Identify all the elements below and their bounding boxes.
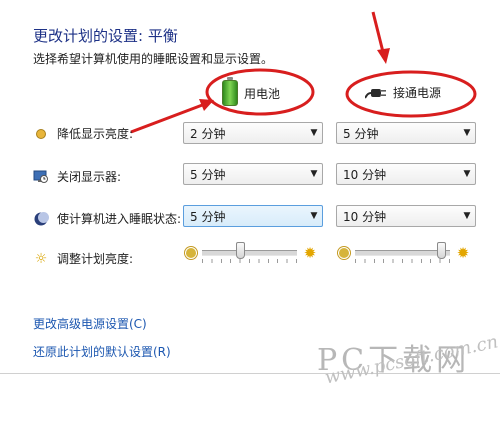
chevron-down-icon: ▼ bbox=[310, 128, 318, 138]
battery-brightness-thumb[interactable] bbox=[236, 242, 245, 259]
dim-brightness-icon bbox=[33, 126, 49, 142]
row-brightness-label: 调整计划亮度: bbox=[57, 252, 134, 266]
bright-sun-icon: ✹ bbox=[303, 244, 317, 262]
plugged-brightness-slider[interactable] bbox=[355, 242, 450, 263]
turn-off-display-plugged-select[interactable]: 10 分钟 ▼ bbox=[336, 163, 476, 185]
restore-defaults-link[interactable]: 还原此计划的默认设置(R) bbox=[33, 343, 171, 360]
row-dim-display: 降低显示亮度: bbox=[33, 125, 133, 142]
row-dim-display-label: 降低显示亮度: bbox=[57, 127, 134, 141]
chevron-down-icon: ▼ bbox=[310, 169, 318, 179]
row-turn-off-display: 关闭显示器: bbox=[33, 168, 121, 185]
battery-brightness-slider[interactable] bbox=[202, 242, 297, 263]
dim-display-plugged-select[interactable]: 5 分钟 ▼ bbox=[336, 122, 476, 144]
plugged-brightness-slider-group: ✹ bbox=[339, 242, 470, 263]
battery-brightness-slider-group: ✹ bbox=[186, 242, 317, 263]
dim-sun-icon bbox=[339, 248, 349, 258]
battery-highlight-ellipse bbox=[205, 68, 315, 116]
bright-sun-icon: ✹ bbox=[456, 244, 470, 262]
annotation-arrowhead-top bbox=[377, 48, 390, 64]
moon-icon bbox=[33, 211, 49, 227]
row-sleep: 使计算机进入睡眠状态: bbox=[33, 210, 181, 227]
plugged-highlight-ellipse bbox=[345, 70, 477, 118]
chevron-down-icon: ▼ bbox=[463, 169, 471, 179]
sleep-plugged-select[interactable]: 10 分钟 ▼ bbox=[336, 205, 476, 227]
chevron-down-icon: ▼ bbox=[463, 128, 471, 138]
turn-off-display-battery-select[interactable]: 5 分钟 ▼ bbox=[183, 163, 323, 185]
brightness-sun-icon: ☼ bbox=[34, 250, 48, 267]
annotation-arrow-top bbox=[371, 11, 385, 53]
dim-sun-icon bbox=[186, 248, 196, 258]
chevron-down-icon: ▼ bbox=[463, 211, 471, 221]
row-turn-off-display-label: 关闭显示器: bbox=[57, 170, 122, 184]
monitor-icon bbox=[33, 169, 49, 185]
row-sleep-label: 使计算机进入睡眠状态: bbox=[57, 212, 182, 226]
row-brightness: ☼ 调整计划亮度: bbox=[33, 250, 133, 267]
plugged-brightness-thumb[interactable] bbox=[437, 242, 446, 259]
advanced-power-settings-link[interactable]: 更改高级电源设置(C) bbox=[33, 315, 147, 332]
sleep-battery-select[interactable]: 5 分钟 ▼ bbox=[183, 205, 323, 227]
chevron-down-icon: ▼ bbox=[310, 211, 318, 221]
dim-display-battery-select[interactable]: 2 分钟 ▼ bbox=[183, 122, 323, 144]
